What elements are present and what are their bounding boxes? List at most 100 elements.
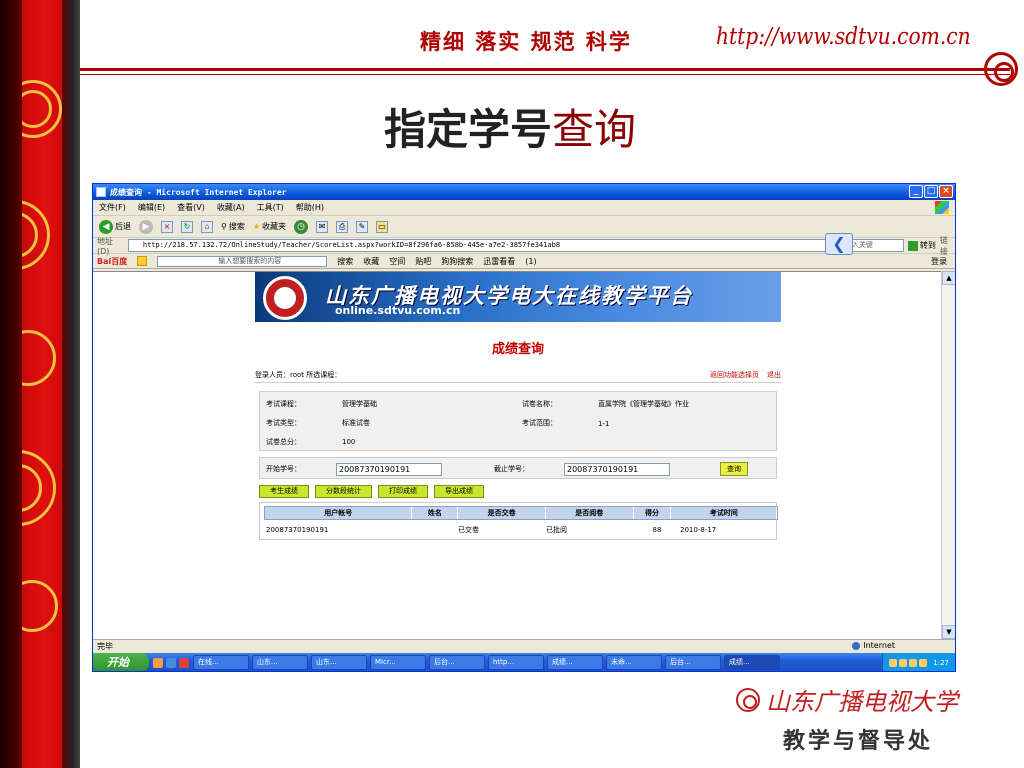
search-label: 搜索 — [228, 222, 245, 231]
header-exam-time: 考试时间 — [671, 507, 778, 519]
tray-icon[interactable] — [909, 658, 918, 667]
quicklaunch-icon[interactable] — [166, 657, 176, 668]
task-button[interactable]: Micr... — [370, 655, 426, 670]
back-to-menu-link[interactable]: 返回功能选择页 — [710, 370, 759, 380]
total-value: 100 — [342, 438, 356, 446]
export-scores-button[interactable]: 导出成绩 — [434, 485, 484, 498]
menu-help[interactable]: 帮助(H) — [296, 202, 324, 213]
task-button[interactable]: 后台... — [665, 655, 721, 670]
page-edge-shadow — [0, 0, 22, 768]
quicklaunch-icon[interactable] — [179, 657, 189, 668]
address-label: 地址(D) — [97, 236, 113, 256]
favorites-label: 收藏夹 — [262, 222, 287, 231]
task-button[interactable]: http... — [488, 655, 544, 670]
print-icon[interactable]: ⎙ — [336, 220, 349, 233]
menu-edit[interactable]: 编辑(E) — [138, 202, 165, 213]
window-title: 成绩查询 - Microsoft Internet Explorer — [110, 187, 287, 197]
vertical-scrollbar[interactable]: ▲ ▼ — [941, 271, 955, 639]
university-logo-text: 山东广播电视大学 — [766, 688, 958, 716]
forward-button[interactable]: ▶ — [139, 219, 153, 234]
task-button[interactable]: 未命... — [606, 655, 662, 670]
tray-icon[interactable] — [899, 658, 908, 667]
range-label: 考试范围： — [522, 419, 557, 427]
status-text: 完毕 — [97, 641, 113, 651]
baidu-login[interactable]: 登录 — [931, 256, 947, 267]
baidu-count[interactable]: (1) — [525, 257, 536, 266]
scroll-down-icon[interactable]: ▼ — [942, 625, 955, 639]
scroll-up-icon[interactable]: ▲ — [942, 271, 955, 285]
zone-label: Internet — [863, 641, 895, 650]
end-id-label: 截止学号： — [494, 465, 529, 473]
task-button[interactable]: 成绩... — [547, 655, 603, 670]
cell-exam-time: 2010-8-17 — [680, 526, 717, 534]
menu-tools[interactable]: 工具(T) — [257, 202, 284, 213]
slide-title-main: 指定学号 — [384, 105, 553, 154]
task-button[interactable]: 后台... — [429, 655, 485, 670]
type-label: 考试类型： — [266, 419, 301, 427]
folder-icon[interactable]: ▭ — [376, 220, 389, 233]
header-submitted: 是否交卷 — [458, 507, 546, 519]
refresh-icon[interactable]: ↻ — [181, 220, 193, 233]
end-id-input[interactable]: 20087370190191 — [564, 463, 670, 476]
baidu-favorites[interactable]: 收藏 — [363, 256, 379, 267]
total-label: 试卷总分： — [266, 438, 301, 446]
cell-score: 88 — [652, 526, 662, 534]
baidu-space[interactable]: 空间 — [389, 256, 405, 267]
start-button[interactable]: 开始 — [93, 653, 149, 671]
task-button-active[interactable]: 成绩... — [724, 655, 780, 670]
maximize-button[interactable]: □ — [924, 185, 938, 198]
quicklaunch-icon[interactable] — [153, 657, 163, 668]
baidu-tieba[interactable]: 贴吧 — [415, 256, 431, 267]
student-scores-button[interactable]: 考生成绩 — [259, 485, 309, 498]
tray-icon[interactable] — [889, 658, 898, 667]
start-id-input[interactable]: 20087370190191 — [336, 463, 442, 476]
banner-url: online.sdtvu.com.cn — [335, 304, 461, 317]
mail-icon[interactable]: ✉ — [316, 220, 329, 233]
task-button[interactable]: 山东... — [311, 655, 367, 670]
history-icon[interactable]: ◷ — [294, 219, 309, 234]
task-button[interactable]: 在线... — [193, 655, 249, 670]
menu-favorites[interactable]: 收藏(A) — [217, 202, 245, 213]
windows-logo-icon — [935, 201, 949, 214]
exit-link[interactable]: 退出 — [767, 370, 781, 380]
forward-arrow-icon: ▶ — [139, 219, 153, 234]
print-scores-button[interactable]: 打印成绩 — [378, 485, 428, 498]
baidu-search-button[interactable]: 搜索 — [337, 256, 353, 267]
paper-label: 试卷名称： — [522, 400, 557, 408]
menu-view[interactable]: 查看(V) — [177, 202, 205, 213]
university-emblem-icon — [263, 276, 307, 320]
edit-icon[interactable]: ✎ — [356, 220, 369, 233]
baidu-gougou[interactable]: 狗狗搜索 — [441, 256, 473, 267]
address-url: http://218.57.132.72/OnlineStudy/Teacher… — [142, 241, 561, 249]
search-button[interactable]: ⚲ 搜索 — [221, 221, 245, 232]
action-buttons: 考生成绩 分数段统计 打印成绩 导出成绩 — [259, 485, 781, 498]
ie-page-icon — [96, 187, 106, 197]
query-button[interactable]: 查询 — [720, 462, 748, 476]
back-button[interactable]: ◀ 后退 — [99, 219, 131, 234]
quick-launch — [153, 657, 189, 668]
home-icon[interactable]: ⌂ — [201, 220, 213, 233]
favorites-button[interactable]: ★ 收藏夹 — [253, 221, 286, 232]
menu-file[interactable]: 文件(F) — [99, 202, 126, 213]
header-score: 得分 — [634, 507, 672, 519]
address-input[interactable]: http://218.57.132.72/OnlineStudy/Teacher… — [127, 239, 904, 252]
course-label: 考试课程： — [266, 400, 301, 408]
baidu-toolbar: Bai百度 输入想要搜索的内容 搜索 收藏 空间 贴吧 狗狗搜索 迅雷看看 (1… — [93, 254, 955, 269]
close-button[interactable]: × — [939, 185, 953, 198]
baidu-xunlei[interactable]: 迅雷看看 — [483, 256, 515, 267]
login-info-line: 登录人员：root 所选课程： 返回功能选择页 退出 — [255, 370, 781, 383]
table-header: 用户帐号 姓名 是否交卷 是否阅卷 得分 考试时间 — [264, 506, 778, 520]
globe-icon — [852, 641, 861, 650]
type-value: 标准试卷 — [342, 419, 370, 427]
window-titlebar: 成绩查询 - Microsoft Internet Explorer _ □ × — [93, 184, 955, 200]
baidu-search-input[interactable]: 输入想要搜索的内容 — [157, 255, 328, 267]
stop-icon[interactable]: × — [161, 220, 173, 233]
tray-icon[interactable] — [919, 658, 928, 667]
task-button[interactable]: 山东... — [252, 655, 308, 670]
score-distribution-button[interactable]: 分数段统计 — [315, 485, 372, 498]
back-overlay-icon[interactable]: ❮ — [825, 233, 853, 255]
go-button[interactable]: 转到 — [907, 240, 936, 251]
start-id-label: 开始学号： — [266, 465, 301, 473]
baidu-icon — [137, 256, 148, 266]
minimize-button[interactable]: _ — [909, 185, 923, 198]
